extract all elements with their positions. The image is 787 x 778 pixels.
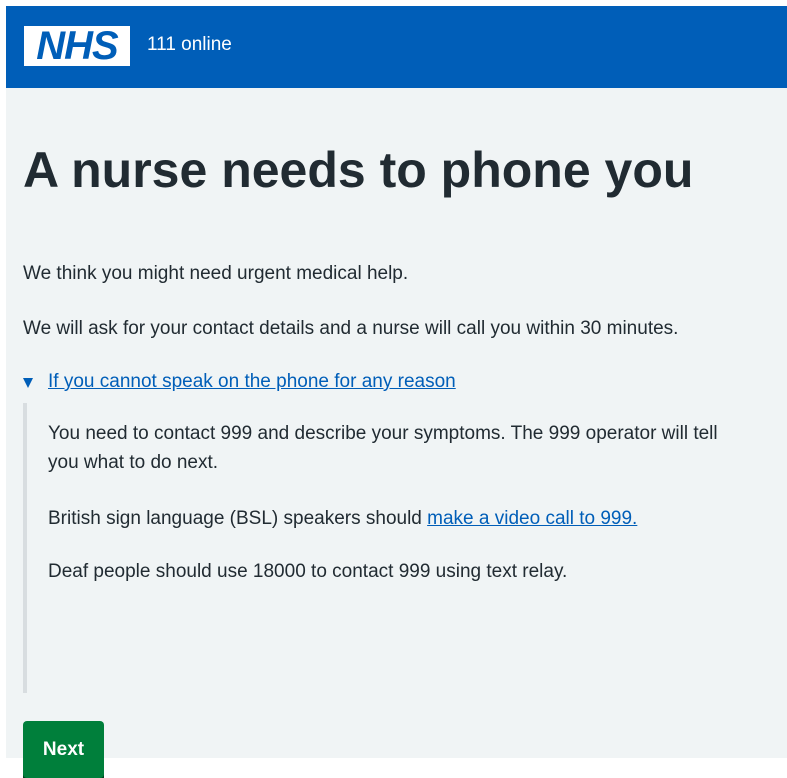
details-text-bsl: British sign language (BSL) speakers sho…: [48, 504, 637, 533]
site-header: NHS 111 online: [6, 6, 787, 88]
contact-paragraph: We will ask for your contact details and…: [23, 318, 679, 339]
details-summary[interactable]: If you cannot speak on the phone for any…: [23, 371, 456, 393]
nhs-logo-text: NHS: [36, 24, 118, 68]
page-title: A nurse needs to phone you: [23, 142, 694, 198]
expanded-triangle-icon: [23, 378, 33, 388]
details-summary-link[interactable]: If you cannot speak on the phone for any…: [48, 371, 456, 393]
video-call-link[interactable]: make a video call to 999.: [427, 508, 637, 529]
details-body: You need to contact 999 and describe you…: [23, 403, 763, 693]
service-name[interactable]: 111 online: [147, 34, 232, 56]
details-text-999: You need to contact 999 and describe you…: [48, 423, 718, 473]
details-text-text-relay: Deaf people should use 18000 to contact …: [48, 561, 568, 582]
next-button[interactable]: Next: [23, 721, 104, 778]
page-frame: NHS 111 online A nurse needs to phone yo…: [6, 6, 787, 778]
intro-paragraph: We think you might need urgent medical h…: [23, 263, 409, 284]
nhs-logo[interactable]: NHS: [24, 26, 130, 66]
bsl-text: British sign language (BSL) speakers sho…: [48, 508, 428, 529]
